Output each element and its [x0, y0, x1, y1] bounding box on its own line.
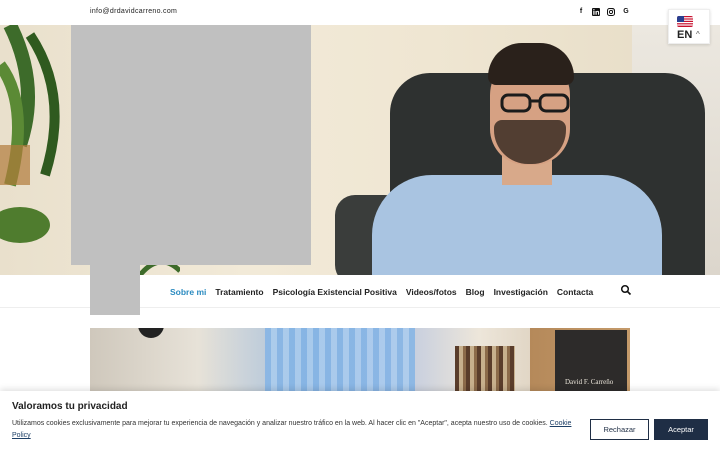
nav-item-blog[interactable]: Blog — [466, 287, 485, 297]
social-links: f G — [577, 7, 630, 16]
image-placeholder — [71, 25, 311, 265]
search-icon[interactable] — [620, 284, 632, 296]
site-logo[interactable] — [90, 240, 140, 315]
cookie-message: Utilizamos cookies exclusivamente para m… — [12, 420, 572, 439]
google-icon[interactable]: G — [622, 7, 630, 16]
nav-item-videos[interactable]: Videos/fotos — [406, 287, 457, 297]
contact-email-link[interactable]: info@drdavidcarreno.com — [90, 8, 177, 15]
plant-decoration — [0, 25, 60, 243]
top-bar: info@drdavidcarreno.com f G — [0, 0, 720, 25]
us-flag-icon — [677, 16, 693, 27]
language-code: EN — [677, 29, 693, 41]
nav-item-contacta[interactable]: Contacta — [557, 287, 593, 297]
nav-menu: Sobre mi Tratamiento Psicología Existenc… — [170, 287, 593, 297]
cookie-banner: Valoramos tu privacidad Utilizamos cooki… — [0, 391, 720, 450]
instagram-icon[interactable] — [607, 7, 615, 16]
facebook-icon[interactable]: f — [577, 7, 585, 16]
person-shirt — [372, 175, 662, 275]
accept-button[interactable]: Aceptar — [654, 419, 708, 440]
linkedin-icon[interactable] — [592, 7, 600, 16]
nav-item-sobre-mi[interactable]: Sobre mi — [170, 287, 206, 297]
glasses-icon — [500, 93, 570, 113]
nav-item-psicologia[interactable]: Psicología Existencial Positiva — [273, 287, 397, 297]
nav-item-investigacion[interactable]: Investigación — [494, 287, 548, 297]
nav-item-tratamiento[interactable]: Tratamiento — [215, 287, 263, 297]
office-sign-text: David F. Carreño — [565, 378, 614, 386]
office-sign — [555, 330, 627, 396]
language-switcher[interactable]: EN ^ — [668, 9, 710, 44]
hero-image — [0, 25, 720, 275]
reject-button[interactable]: Rechazar — [590, 419, 649, 440]
cookie-title: Valoramos tu privacidad — [12, 401, 128, 412]
clock-icon — [138, 328, 164, 338]
chevron-up-icon: ^ — [696, 30, 700, 39]
